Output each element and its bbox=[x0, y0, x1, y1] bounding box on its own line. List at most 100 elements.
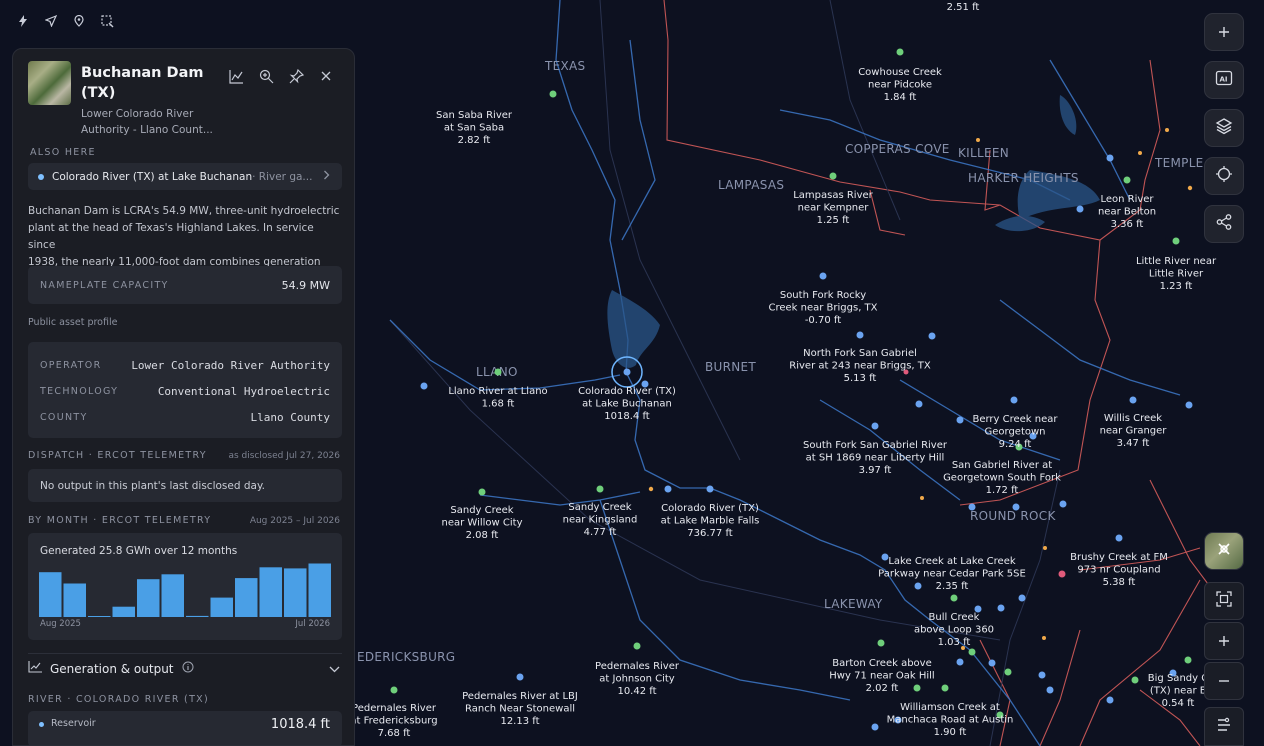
chart-bar[interactable] bbox=[88, 616, 111, 617]
chart-bar[interactable] bbox=[161, 574, 185, 617]
gauge-marker[interactable] bbox=[941, 684, 949, 692]
gauge-marker[interactable] bbox=[1131, 676, 1139, 684]
place-label: ROUND ROCK bbox=[970, 509, 1056, 523]
chart-bar[interactable] bbox=[186, 615, 209, 617]
operator-value: Lower Colorado River Authority bbox=[131, 358, 330, 372]
gauge-marker[interactable] bbox=[1172, 237, 1180, 245]
gauge-marker[interactable] bbox=[1010, 396, 1018, 404]
gauge-marker[interactable] bbox=[871, 422, 879, 430]
gauge-marker[interactable] bbox=[1018, 594, 1026, 602]
gauge-marker[interactable] bbox=[549, 90, 557, 98]
info-icon[interactable] bbox=[182, 661, 194, 676]
gauge-marker[interactable] bbox=[1187, 185, 1193, 191]
gauge-marker[interactable] bbox=[1058, 570, 1066, 578]
gauge-marker[interactable] bbox=[950, 594, 958, 602]
gauge-marker[interactable] bbox=[956, 658, 964, 666]
gauge-marker[interactable] bbox=[648, 486, 654, 492]
gauge-marker[interactable] bbox=[1115, 534, 1123, 542]
generation-output-toggle[interactable]: Generation & output bbox=[28, 661, 342, 676]
gauge-marker[interactable] bbox=[1106, 154, 1114, 162]
gauge-marker[interactable] bbox=[856, 331, 864, 339]
chart-bar[interactable] bbox=[112, 606, 136, 617]
gauge-label-line: 2.82 ft bbox=[458, 135, 491, 146]
also-here-item[interactable]: Colorado River (TX) at Lake Buchanan · R… bbox=[28, 163, 342, 190]
gauge-marker[interactable] bbox=[1012, 503, 1020, 511]
reservoir-value: 1018.4 ft bbox=[270, 717, 330, 732]
legend-button[interactable] bbox=[1204, 707, 1244, 746]
chart-bar[interactable] bbox=[308, 563, 332, 618]
gauge-label-line: Llano River at Llano bbox=[448, 386, 547, 397]
lasso-icon[interactable] bbox=[96, 10, 118, 32]
chart-bar[interactable] bbox=[235, 578, 258, 617]
gauge-marker[interactable] bbox=[956, 416, 964, 424]
gauge-marker[interactable] bbox=[1123, 176, 1131, 184]
zoom-out-button[interactable] bbox=[1204, 662, 1244, 700]
gauge-marker[interactable] bbox=[976, 138, 980, 142]
gauge-label-line: Leon River bbox=[1100, 194, 1154, 205]
gauge-marker[interactable] bbox=[913, 684, 921, 692]
gauge-label-line: at Lake Marble Falls bbox=[661, 516, 760, 527]
pin-icon[interactable] bbox=[68, 10, 90, 32]
gauge-marker[interactable] bbox=[596, 485, 604, 493]
ai-button[interactable]: AI bbox=[1204, 61, 1244, 99]
chart-start-label: Aug 2025 bbox=[40, 619, 81, 629]
gauge-marker[interactable] bbox=[420, 382, 428, 390]
gauge-marker[interactable] bbox=[1185, 401, 1193, 409]
chart-bar[interactable] bbox=[137, 579, 160, 617]
bolt-icon[interactable] bbox=[12, 10, 34, 32]
gauge-marker[interactable] bbox=[1184, 656, 1192, 664]
gauge-marker[interactable] bbox=[664, 485, 672, 493]
gauge-marker[interactable] bbox=[1004, 668, 1012, 676]
gauge-marker[interactable] bbox=[968, 503, 976, 511]
gauge-marker[interactable] bbox=[819, 272, 827, 280]
gauge-marker[interactable] bbox=[896, 48, 904, 56]
add-button[interactable] bbox=[1204, 13, 1244, 51]
gauge-marker[interactable] bbox=[1129, 396, 1137, 404]
gauge-marker[interactable] bbox=[829, 172, 837, 180]
chart-bar[interactable] bbox=[259, 567, 283, 617]
gauge-marker[interactable] bbox=[1043, 546, 1047, 550]
gauge-marker[interactable] bbox=[633, 642, 641, 650]
chart-icon[interactable] bbox=[227, 67, 245, 85]
gauge-label-line: North Fork San Gabriel bbox=[803, 348, 917, 359]
gauge-marker[interactable] bbox=[478, 488, 486, 496]
gauge-marker[interactable] bbox=[928, 332, 936, 340]
gauge-marker[interactable] bbox=[997, 604, 1005, 612]
gauge-marker[interactable] bbox=[1138, 151, 1142, 155]
gauge-marker[interactable] bbox=[871, 723, 879, 731]
chart-bar[interactable] bbox=[284, 568, 307, 617]
gauge-marker[interactable] bbox=[920, 496, 924, 500]
gauge-marker[interactable] bbox=[494, 368, 502, 376]
gauge-marker[interactable] bbox=[1076, 205, 1084, 213]
fit-bounds-button[interactable] bbox=[1204, 582, 1244, 620]
gauge-marker[interactable] bbox=[988, 659, 996, 667]
layers-button[interactable] bbox=[1204, 109, 1244, 147]
share-button[interactable] bbox=[1204, 205, 1244, 243]
chart-bar[interactable] bbox=[63, 583, 87, 618]
gauge-marker[interactable] bbox=[1106, 696, 1114, 704]
gauge-marker[interactable] bbox=[706, 485, 714, 493]
gauge-label-line: 2.08 ft bbox=[466, 530, 499, 541]
zoom-to-icon[interactable] bbox=[257, 67, 275, 85]
locate-button[interactable] bbox=[1204, 157, 1244, 195]
gauge-marker[interactable] bbox=[516, 673, 524, 681]
gauge-marker[interactable] bbox=[623, 368, 631, 376]
gauge-marker[interactable] bbox=[1046, 686, 1054, 694]
gauge-marker[interactable] bbox=[390, 686, 398, 694]
gauge-marker[interactable] bbox=[968, 648, 976, 656]
gauge-marker[interactable] bbox=[877, 639, 885, 647]
pin-icon[interactable] bbox=[287, 67, 305, 85]
satellite-toggle[interactable] bbox=[1204, 532, 1244, 570]
gauge-marker[interactable] bbox=[915, 400, 923, 408]
close-icon[interactable] bbox=[317, 67, 335, 85]
gauge-marker[interactable] bbox=[1038, 671, 1046, 679]
navigate-icon[interactable] bbox=[40, 10, 62, 32]
zoom-in-button[interactable] bbox=[1204, 622, 1244, 660]
gauge-marker[interactable] bbox=[914, 582, 922, 590]
gauge-marker[interactable] bbox=[1165, 128, 1169, 132]
chart-bar[interactable] bbox=[39, 572, 62, 617]
gauge-marker[interactable] bbox=[1042, 636, 1046, 640]
chart-bar[interactable] bbox=[210, 597, 234, 617]
gauge-label-line: above Loop 360 bbox=[914, 625, 994, 636]
gauge-marker[interactable] bbox=[1059, 500, 1067, 508]
